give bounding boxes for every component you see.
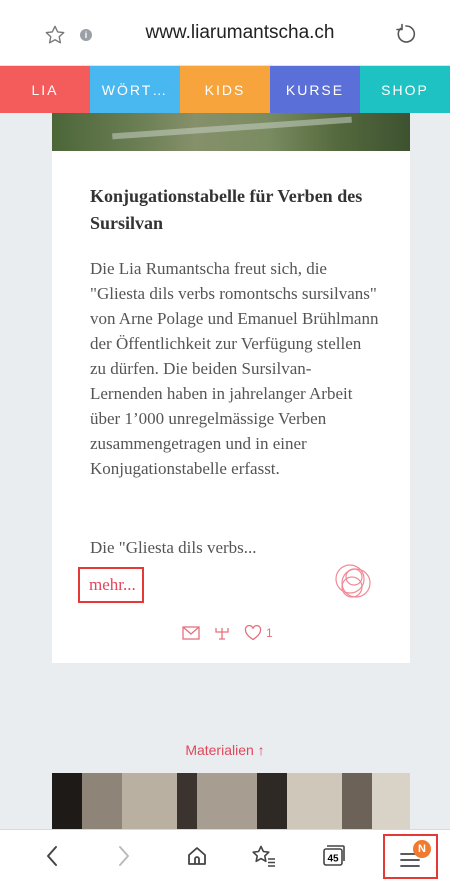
address-bar: i www.liarumantscha.ch bbox=[0, 0, 450, 66]
bookmarks-star-list-icon bbox=[252, 845, 275, 867]
nav-item-kids[interactable]: KIDS bbox=[180, 66, 270, 113]
reload-icon[interactable] bbox=[394, 22, 418, 46]
site-info-icon[interactable]: i bbox=[80, 29, 92, 41]
tabs-icon: 45 bbox=[323, 845, 345, 866]
mail-icon[interactable] bbox=[182, 626, 200, 640]
home-icon bbox=[188, 847, 206, 865]
article-body: Die Lia Rumantscha freut sich, die "Glie… bbox=[90, 259, 379, 478]
nav-item-kurse[interactable]: KURSE bbox=[270, 66, 360, 113]
article-card: Konjugationstabelle für Verben des Sursi… bbox=[52, 113, 410, 663]
back-button[interactable] bbox=[36, 840, 68, 872]
chevron-right-icon bbox=[119, 846, 129, 866]
article-title[interactable]: Konjugationstabelle für Verben des Sursi… bbox=[90, 183, 380, 237]
nav-item-woerterbuch[interactable]: WÖRT… bbox=[90, 66, 180, 113]
heart-icon[interactable] bbox=[244, 625, 262, 641]
nav-item-lia[interactable]: LIA bbox=[0, 66, 90, 113]
bookmark-star-icon[interactable] bbox=[44, 24, 66, 46]
nav-item-shop[interactable]: SHOP bbox=[360, 66, 450, 113]
materialien-link[interactable]: Materialien ↑ bbox=[0, 742, 450, 758]
article-hero-image bbox=[52, 113, 410, 151]
menu-button[interactable]: N bbox=[383, 834, 438, 879]
forward-button[interactable] bbox=[108, 840, 140, 872]
bookmarks-button[interactable] bbox=[248, 840, 280, 872]
notification-badge: N bbox=[413, 840, 431, 858]
browser-toolbar: 45 N bbox=[0, 829, 450, 881]
tabs-button[interactable]: 45 bbox=[318, 840, 350, 872]
like-count: 1 bbox=[266, 626, 273, 640]
tabs-count: 45 bbox=[327, 854, 339, 865]
home-button[interactable] bbox=[181, 840, 213, 872]
article-actions: 1 bbox=[182, 624, 273, 642]
more-link[interactable]: mehr... bbox=[78, 567, 144, 603]
share-icon[interactable] bbox=[214, 625, 230, 641]
lia-logo-icon bbox=[335, 564, 371, 598]
bookshelf-image bbox=[52, 773, 410, 829]
chevron-left-icon bbox=[47, 846, 57, 866]
site-nav: LIA WÖRT… KIDS KURSE SHOP bbox=[0, 66, 450, 113]
url-text[interactable]: www.liarumantscha.ch bbox=[110, 22, 370, 44]
